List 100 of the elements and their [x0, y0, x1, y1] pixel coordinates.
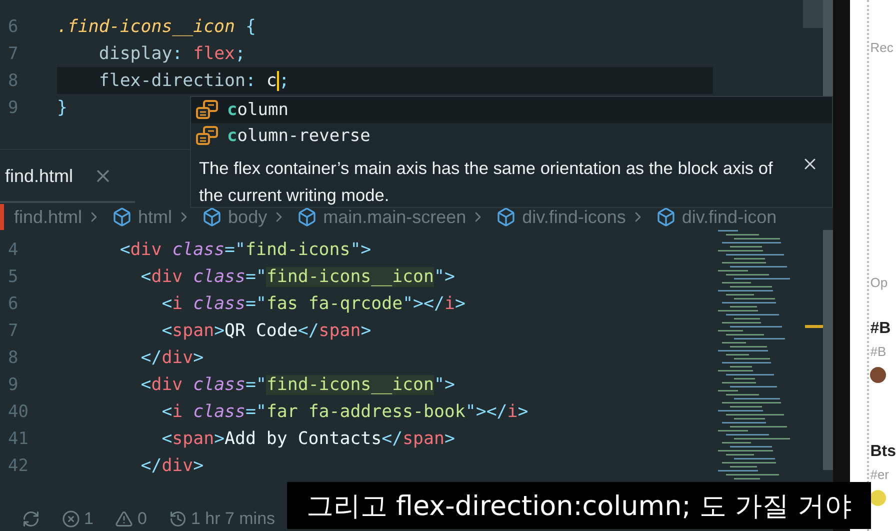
line-number: 8 [7, 70, 20, 90]
line-number: 6 [7, 16, 20, 36]
breadcrumb-item[interactable]: html [138, 206, 172, 228]
code-token: div [162, 456, 194, 476]
bracket: } [57, 98, 68, 118]
code-token: far fa-address-book [266, 402, 466, 422]
code-token: > [518, 402, 528, 422]
code-token: class [171, 240, 225, 260]
code-token: ; [278, 70, 290, 90]
status-text[interactable]: 1 hr 7 mins [190, 509, 276, 529]
code-token: i [172, 402, 183, 422]
code-token: class [192, 266, 246, 286]
line-number: 40 [7, 402, 30, 422]
line-number: 7 [7, 44, 20, 64]
code-token: display [98, 44, 172, 64]
panel-text: #B [870, 344, 886, 359]
code-token: > [360, 320, 372, 340]
suggestion-item[interactable]: column-reverse [191, 123, 832, 149]
code-token: div [162, 348, 194, 368]
code-token: "> [434, 374, 455, 394]
breadcrumb-item[interactable]: div.find-icon [682, 206, 777, 228]
code-token: > [444, 428, 455, 448]
code-token: Add by Contacts [224, 428, 382, 448]
code-token: > [193, 348, 204, 368]
cube-icon [112, 207, 132, 227]
breadcrumb-item[interactable]: div.find-icons [522, 206, 626, 228]
code-token: c [265, 70, 277, 90]
code-token: "> [350, 240, 372, 260]
avatar-icon [870, 367, 886, 383]
code-token: =" [245, 374, 266, 394]
code-token: < [140, 374, 152, 394]
line-number: 8 [7, 348, 20, 368]
code-token: > [454, 294, 466, 314]
line-number: 9 [7, 98, 20, 118]
breadcrumb-item[interactable]: main.main-screen [323, 206, 466, 228]
code-token: < [160, 294, 172, 314]
panel-text: Op [870, 275, 888, 290]
code-token: "> [434, 266, 455, 286]
code-token: =" [224, 240, 246, 260]
code-token: </ [140, 348, 162, 368]
line-number: 41 [7, 428, 30, 448]
line-number: 7 [7, 320, 20, 340]
code-token: < [160, 402, 172, 422]
code-token: i [507, 402, 518, 422]
code-token: > [214, 428, 225, 448]
code-token: ; [235, 44, 246, 64]
bracket: { [244, 16, 256, 36]
history-icon [168, 510, 187, 528]
cube-icon [496, 207, 516, 227]
suggestion-item[interactable]: column [191, 97, 832, 123]
line-number: 5 [7, 266, 20, 286]
panel-text: Rec [870, 40, 894, 55]
emoji-icon [870, 490, 886, 506]
code-token: class [192, 294, 246, 314]
code-token: .find-icons__icon [57, 16, 235, 36]
sync-icon[interactable] [22, 510, 40, 528]
code-token: =" [245, 266, 266, 286]
scrollbar[interactable] [823, 230, 834, 470]
scrollbar-thumb[interactable] [803, 0, 824, 28]
text-cursor [276, 70, 279, 90]
enum-icon [195, 100, 219, 120]
code-token: find-icons__icon [266, 374, 434, 394]
line-number: 9 [7, 374, 20, 394]
code-token: < [160, 428, 172, 448]
cube-icon [202, 207, 222, 227]
panel-text: #er [870, 467, 890, 482]
code-token: : [172, 44, 183, 64]
code-token: div [151, 374, 183, 394]
code-token: < [160, 320, 172, 340]
status-text[interactable]: 0 [137, 509, 147, 529]
code-token: span [172, 320, 214, 340]
panel-text: #B [870, 320, 891, 338]
code-token: i [172, 294, 183, 314]
code-token: flex-direction [98, 70, 246, 90]
scrollbar-marker [805, 325, 824, 328]
code-token: > [214, 320, 225, 340]
code-token: flex [192, 44, 236, 64]
code-token: QR Code [224, 320, 298, 340]
code-token: </ [140, 456, 162, 476]
status-text[interactable]: 1 [84, 509, 94, 529]
code-token: span [172, 428, 214, 448]
code-token: fas fa-qrcode [266, 294, 403, 314]
code-token: find-icons__icon [266, 266, 434, 286]
breadcrumb-item[interactable]: body [228, 206, 268, 228]
code-token: find-icons [246, 240, 350, 260]
code-token: > [193, 456, 204, 476]
code-token: < [118, 240, 130, 260]
code-token: div [130, 240, 162, 260]
code-token: </ [382, 428, 403, 448]
suggestion-description: The flex container’s main axis has the same orientation as the block axis of the current writing mode. [199, 157, 774, 207]
code-token: span [318, 320, 361, 340]
code-token: class [192, 402, 246, 422]
cube-icon [656, 207, 676, 227]
enum-icon [195, 126, 219, 146]
code-token: class [192, 374, 246, 394]
editor-tab[interactable]: find.html [0, 151, 135, 203]
code-token: span [402, 428, 444, 448]
line-number: 42 [7, 456, 30, 476]
warning-icon [115, 510, 134, 528]
breadcrumb-item[interactable]: find.html [14, 206, 82, 228]
